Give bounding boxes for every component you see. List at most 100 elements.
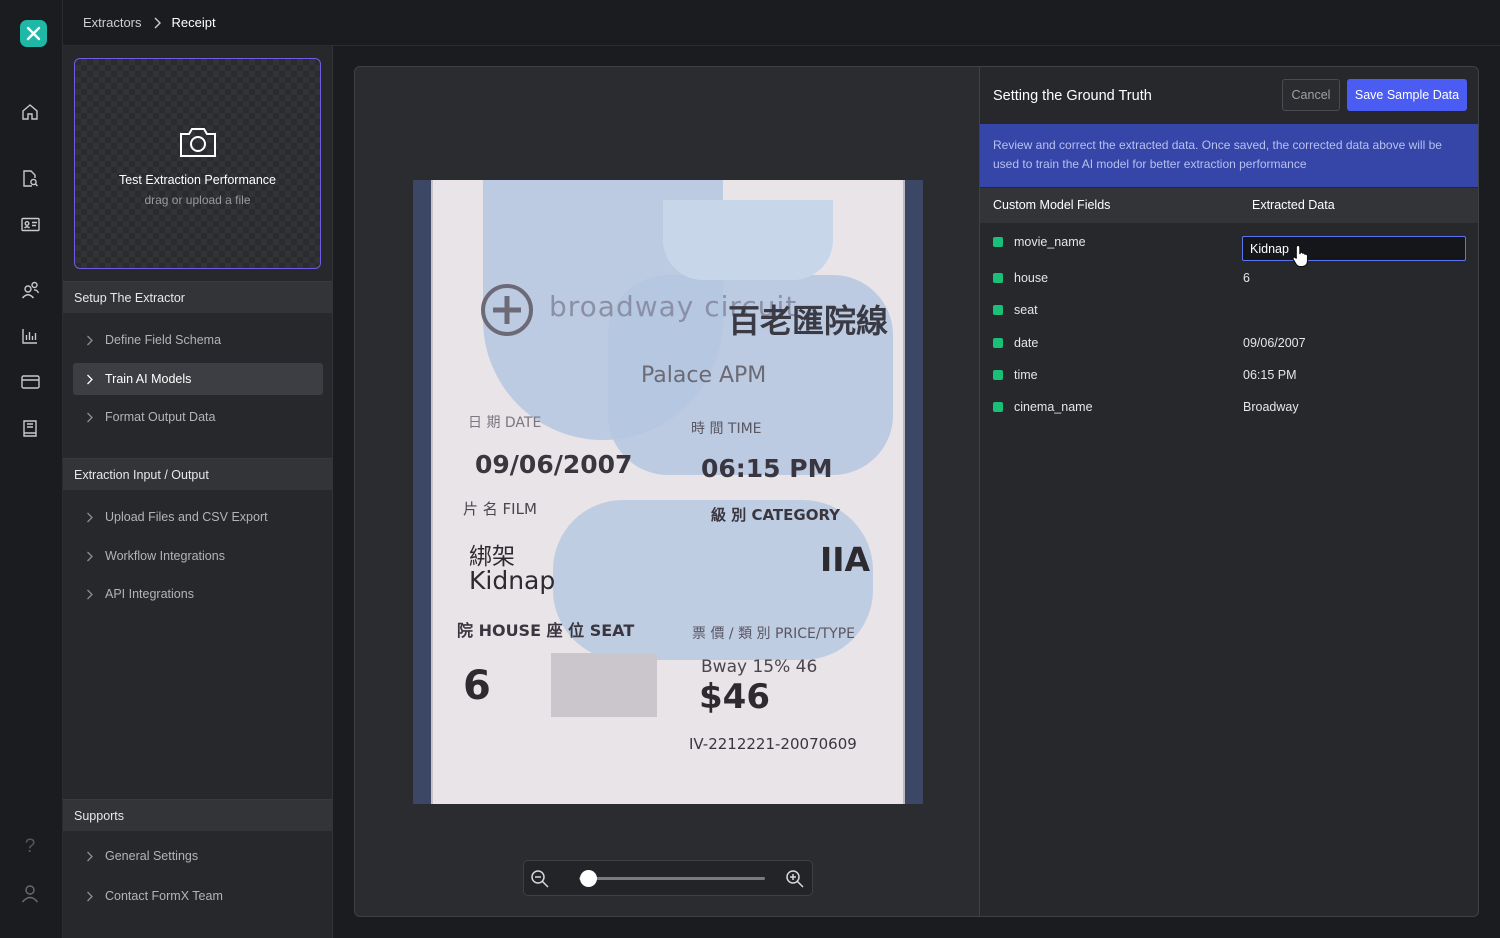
nav-define-field-schema[interactable]: Define Field Schema	[73, 324, 323, 356]
field-row-house: house 6	[980, 263, 1478, 295]
receipt-date: 09/06/2007	[475, 450, 633, 479]
top-bar: Extractors Receipt	[63, 0, 1500, 46]
nav-item-label: Define Field Schema	[105, 333, 222, 347]
field-status-dot	[993, 237, 1003, 247]
document-viewer: broadway circuit 百老匯院線 Palace APM 日 期 DA…	[355, 67, 980, 916]
nav-general-settings[interactable]: General Settings	[73, 840, 323, 872]
chevron-right-icon	[73, 589, 105, 600]
field-name: seat	[1014, 303, 1038, 317]
upload-title: Test Extraction Performance	[118, 173, 276, 187]
field-status-dot	[993, 402, 1003, 412]
nav-workflow-integrations[interactable]: Workflow Integrations	[73, 540, 323, 572]
receipt-price: $46	[699, 677, 770, 717]
upload-dropzone[interactable]: Test Extraction Performance drag or uplo…	[74, 58, 321, 269]
receipt-time: 06:15 PM	[701, 454, 833, 483]
nav-item-label: API Integrations	[105, 587, 194, 601]
receipt-image: broadway circuit 百老匯院線 Palace APM 日 期 DA…	[413, 180, 923, 804]
ground-truth-panel: Setting the Ground Truth Cancel Save Sam…	[980, 67, 1478, 916]
field-name: movie_name	[1014, 235, 1086, 249]
zoom-slider-handle[interactable]	[579, 870, 597, 887]
nav-item-label: Format Output Data	[105, 410, 216, 424]
section-setup-extractor: Setup The Extractor	[63, 281, 332, 313]
field-name: house	[1014, 271, 1049, 285]
camera-icon	[180, 128, 216, 157]
icon-rail: ?	[0, 0, 63, 938]
receipt-film-label: 片 名 FILM	[463, 500, 537, 518]
field-name: cinema_name	[1014, 400, 1093, 414]
receipt-time-label: 時 間 TIME	[691, 421, 762, 437]
breadcrumb-current: Receipt	[171, 15, 216, 30]
receipt-cinema: Palace APM	[641, 363, 767, 388]
fields-table-header: Custom Model Fields Extracted Data	[980, 188, 1478, 223]
receipt-watermark-shape	[663, 200, 833, 280]
column-header-fields: Custom Model Fields	[993, 198, 1111, 212]
chevron-right-icon	[73, 374, 105, 385]
nav-api-integrations[interactable]: API Integrations	[73, 578, 323, 610]
section-extraction-io: Extraction Input / Output	[63, 458, 332, 490]
field-status-dot	[993, 370, 1003, 380]
ground-truth-info-banner: Review and correct the extracted data. O…	[980, 124, 1478, 187]
bar-chart-icon[interactable]	[19, 325, 41, 347]
receipt-category: IIA	[820, 540, 871, 579]
field-value[interactable]: 06:15 PM	[1243, 368, 1297, 382]
chevron-right-icon	[73, 551, 105, 562]
section-supports: Supports	[63, 799, 332, 831]
chevron-right-icon	[153, 17, 161, 29]
receipt-brand-cn: 百老匯院線	[728, 302, 889, 340]
field-row-movie-name: movie_name	[980, 227, 1478, 261]
field-status-dot	[993, 273, 1003, 283]
upload-subtitle: drag or upload a file	[144, 193, 251, 207]
receipt-paper: broadway circuit 百老匯院線 Palace APM 日 期 DA…	[431, 180, 905, 804]
hand-cursor-icon	[1292, 244, 1309, 268]
credit-card-icon[interactable]	[19, 371, 41, 393]
field-row-date: date 09/06/2007	[980, 328, 1478, 360]
receipt-category-label: 級 別 CATEGORY	[711, 506, 841, 524]
nav-item-label: General Settings	[105, 849, 199, 863]
field-value[interactable]: 09/06/2007	[1243, 336, 1306, 350]
breadcrumb-extractors-link[interactable]: Extractors	[83, 15, 142, 30]
help-icon[interactable]: ?	[19, 836, 41, 858]
receipt-serial: IV-2212221-20070609	[689, 735, 857, 753]
chevron-right-icon	[73, 851, 105, 862]
nav-train-ai-models[interactable]: Train AI Models	[73, 363, 323, 395]
home-icon[interactable]	[19, 101, 41, 123]
book-icon[interactable]	[19, 417, 41, 439]
chevron-right-icon	[73, 335, 105, 346]
field-status-dot	[993, 338, 1003, 348]
receipt-house: 6	[463, 663, 491, 709]
formx-logo-icon[interactable]	[20, 20, 47, 47]
field-status-dot	[993, 305, 1003, 315]
nav-contact-formx-team[interactable]: Contact FormX Team	[73, 880, 323, 912]
field-row-seat: seat	[980, 295, 1478, 327]
cancel-button[interactable]: Cancel	[1282, 79, 1340, 111]
field-row-time: time 06:15 PM	[980, 360, 1478, 392]
receipt-seat-blank	[551, 653, 657, 717]
nav-format-output-data[interactable]: Format Output Data	[73, 401, 323, 433]
workspace: broadway circuit 百老匯院線 Palace APM 日 期 DA…	[354, 66, 1479, 917]
chevron-right-icon	[73, 412, 105, 423]
nav-item-label: Train AI Models	[105, 372, 192, 386]
nav-upload-files-csv-export[interactable]: Upload Files and CSV Export	[73, 501, 323, 533]
id-card-icon[interactable]	[19, 213, 41, 235]
field-value[interactable]: 6	[1243, 271, 1250, 285]
nav-item-label: Contact FormX Team	[105, 889, 223, 903]
zoom-control	[523, 860, 813, 896]
receipt-date-label: 日 期 DATE	[468, 415, 542, 431]
zoom-out-icon[interactable]	[529, 868, 551, 890]
zoom-in-icon[interactable]	[784, 868, 806, 890]
zoom-slider-track[interactable]	[579, 877, 765, 880]
movie-name-input[interactable]	[1242, 236, 1466, 261]
document-search-icon[interactable]	[19, 167, 41, 189]
nav-item-label: Upload Files and CSV Export	[105, 510, 268, 524]
save-sample-data-button[interactable]: Save Sample Data	[1347, 79, 1467, 111]
receipt-house-label: 院 HOUSE 座 位 SEAT	[457, 621, 635, 640]
field-value[interactable]: Broadway	[1243, 400, 1299, 414]
nav-item-label: Workflow Integrations	[105, 549, 225, 563]
column-header-data: Extracted Data	[1252, 198, 1335, 212]
field-row-cinema-name: cinema_name Broadway	[980, 392, 1478, 424]
receipt-price-label: 票 價 / 類 別 PRICE/TYPE	[692, 626, 855, 642]
receipt-price-type: Bway 15% 46	[701, 657, 818, 677]
users-icon[interactable]	[19, 279, 41, 301]
user-icon[interactable]	[19, 882, 41, 904]
ground-truth-title: Setting the Ground Truth	[993, 88, 1152, 104]
